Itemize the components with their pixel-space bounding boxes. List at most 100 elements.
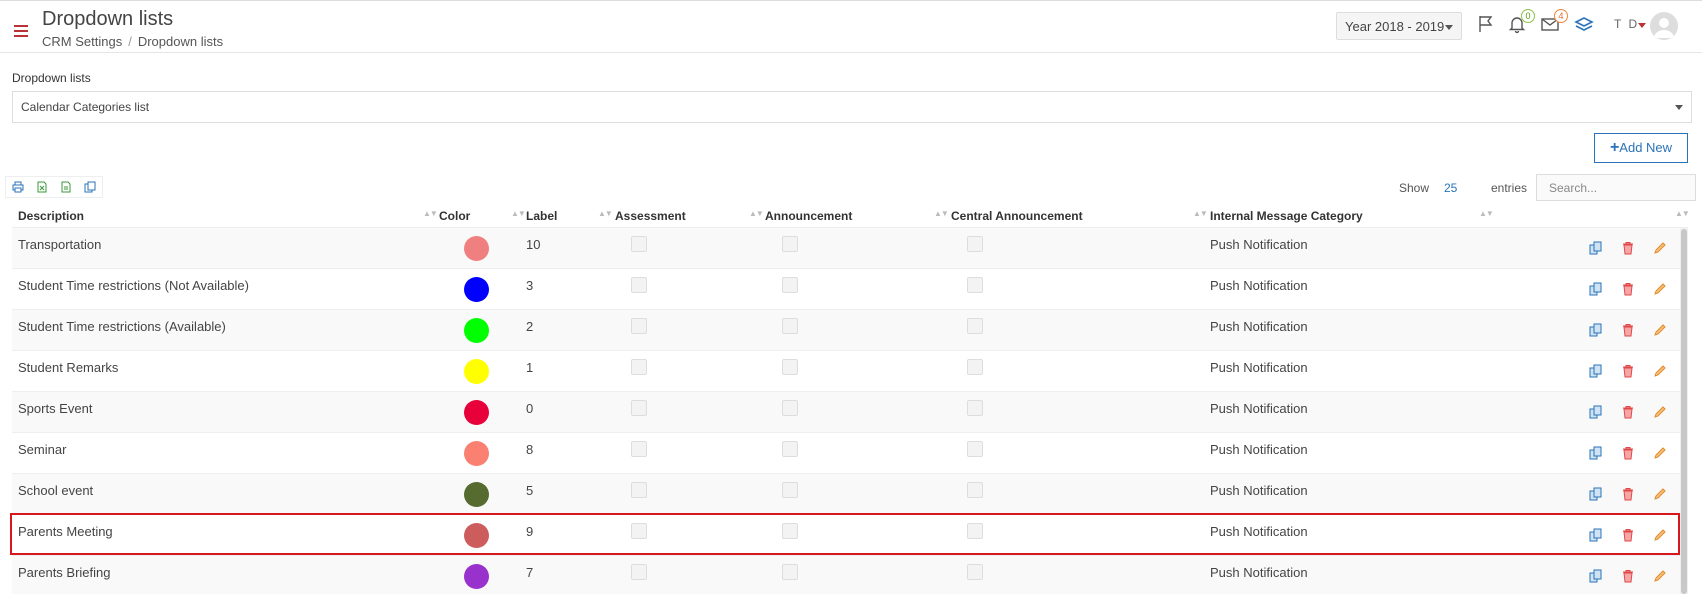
table-row[interactable]: Student Time restrictions (Available) 2 … — [12, 309, 1688, 350]
scrollbar[interactable] — [1680, 227, 1688, 594]
table-row[interactable]: Sports Event 0 Push Notification — [12, 391, 1688, 432]
announcement-checkbox[interactable] — [782, 482, 798, 498]
plus-icon: + — [1609, 139, 1620, 156]
central-announcement-checkbox[interactable] — [967, 277, 983, 293]
central-announcement-checkbox[interactable] — [967, 400, 983, 416]
assessment-checkbox[interactable] — [631, 400, 647, 416]
copy-icon[interactable] — [1589, 364, 1603, 378]
cell-label: 7 — [526, 565, 534, 580]
color-swatch — [464, 359, 489, 384]
column-header-central-announcement[interactable]: Central Announcement — [951, 209, 1083, 223]
column-header-assessment[interactable]: Assessment — [615, 209, 686, 223]
assessment-checkbox[interactable] — [631, 236, 647, 252]
announcement-checkbox[interactable] — [782, 359, 798, 375]
trash-icon[interactable] — [1621, 446, 1635, 460]
add-new-button[interactable]: +Add New — [1594, 133, 1688, 163]
copy-icon[interactable] — [1589, 323, 1603, 337]
user-menu-caret-icon[interactable] — [1638, 23, 1646, 28]
page-size-select[interactable]: 25 — [1444, 181, 1457, 195]
announcement-checkbox[interactable] — [782, 441, 798, 457]
sort-icon[interactable]: ▲▼ — [598, 209, 613, 218]
copy-icon[interactable] — [78, 177, 102, 197]
pencil-icon[interactable] — [1653, 487, 1667, 501]
sort-icon[interactable]: ▲▼ — [934, 209, 949, 218]
announcement-checkbox[interactable] — [782, 318, 798, 334]
copy-icon[interactable] — [1589, 241, 1603, 255]
bell-icon[interactable]: 0 — [1507, 9, 1535, 36]
assessment-checkbox[interactable] — [631, 482, 647, 498]
pencil-icon[interactable] — [1653, 446, 1667, 460]
table-row[interactable]: Parents Briefing 7 Push Notification — [12, 555, 1688, 594]
column-header-description[interactable]: Description — [18, 209, 84, 223]
announcement-checkbox[interactable] — [782, 564, 798, 580]
copy-icon[interactable] — [1589, 569, 1603, 583]
central-announcement-checkbox[interactable] — [967, 564, 983, 580]
assessment-checkbox[interactable] — [631, 277, 647, 293]
table-row[interactable]: Student Time restrictions (Not Available… — [12, 268, 1688, 309]
layers-icon[interactable] — [1574, 14, 1596, 36]
dropdown-list-select[interactable]: Calendar Categories list — [12, 91, 1692, 123]
scrollbar-thumb[interactable] — [1681, 229, 1687, 594]
color-swatch — [464, 400, 489, 425]
csv-icon[interactable] — [54, 177, 78, 197]
trash-icon[interactable] — [1621, 241, 1635, 255]
sort-icon[interactable]: ▲▼ — [1193, 209, 1208, 218]
user-menu[interactable]: T D — [1614, 17, 1639, 31]
assessment-checkbox[interactable] — [631, 318, 647, 334]
flag-icon[interactable] — [1476, 14, 1498, 36]
table-row[interactable]: Seminar 8 Push Notification — [12, 432, 1688, 473]
sort-icon[interactable]: ▲▼ — [511, 209, 526, 218]
mail-icon[interactable]: 4 — [1540, 9, 1568, 36]
print-icon[interactable] — [6, 177, 30, 197]
pencil-icon[interactable] — [1653, 241, 1667, 255]
entries-label: entries — [1491, 181, 1528, 195]
hamburger-menu-icon[interactable] — [14, 25, 28, 37]
table-row[interactable]: Student Remarks 1 Push Notification — [12, 350, 1688, 391]
breadcrumb-item-crm-settings[interactable]: CRM Settings — [42, 34, 122, 49]
trash-icon[interactable] — [1621, 569, 1635, 583]
trash-icon[interactable] — [1621, 364, 1635, 378]
sort-icon[interactable]: ▲▼ — [1675, 209, 1690, 218]
central-announcement-checkbox[interactable] — [967, 359, 983, 375]
search-input[interactable] — [1536, 174, 1696, 201]
copy-icon[interactable] — [1589, 405, 1603, 419]
pencil-icon[interactable] — [1653, 405, 1667, 419]
trash-icon[interactable] — [1621, 405, 1635, 419]
central-announcement-checkbox[interactable] — [967, 318, 983, 334]
pencil-icon[interactable] — [1653, 282, 1667, 296]
announcement-checkbox[interactable] — [782, 277, 798, 293]
pencil-icon[interactable] — [1653, 569, 1667, 583]
assessment-checkbox[interactable] — [631, 441, 647, 457]
cell-label: 8 — [526, 442, 534, 457]
central-announcement-checkbox[interactable] — [967, 236, 983, 252]
assessment-checkbox[interactable] — [631, 564, 647, 580]
color-swatch — [464, 482, 489, 507]
pencil-icon[interactable] — [1653, 364, 1667, 378]
column-header-internal-message-category[interactable]: Internal Message Category — [1210, 209, 1363, 223]
color-swatch — [464, 564, 489, 589]
assessment-checkbox[interactable] — [631, 359, 647, 375]
column-header-label[interactable]: Label — [526, 209, 557, 223]
excel-icon[interactable] — [30, 177, 54, 197]
copy-icon[interactable] — [1589, 446, 1603, 460]
table-row[interactable]: Transportation 10 Push Notification — [12, 227, 1688, 268]
year-select[interactable]: Year 2018 - 2019 — [1336, 12, 1462, 40]
announcement-checkbox[interactable] — [782, 236, 798, 252]
avatar[interactable] — [1650, 12, 1678, 40]
pencil-icon[interactable] — [1653, 323, 1667, 337]
column-header-announcement[interactable]: Announcement — [765, 209, 852, 223]
sort-icon[interactable]: ▲▼ — [1479, 209, 1494, 218]
column-header-color[interactable]: Color — [439, 209, 470, 223]
trash-icon[interactable] — [1621, 487, 1635, 501]
announcement-checkbox[interactable] — [782, 400, 798, 416]
trash-icon[interactable] — [1621, 323, 1635, 337]
sort-icon[interactable]: ▲▼ — [423, 209, 438, 218]
trash-icon[interactable] — [1621, 282, 1635, 296]
central-announcement-checkbox[interactable] — [967, 441, 983, 457]
copy-icon[interactable] — [1589, 487, 1603, 501]
sort-icon[interactable]: ▲▼ — [749, 209, 764, 218]
table-row[interactable]: School event 5 Push Notification — [12, 473, 1688, 514]
copy-icon[interactable] — [1589, 282, 1603, 296]
central-announcement-checkbox[interactable] — [967, 482, 983, 498]
color-swatch — [464, 441, 489, 466]
